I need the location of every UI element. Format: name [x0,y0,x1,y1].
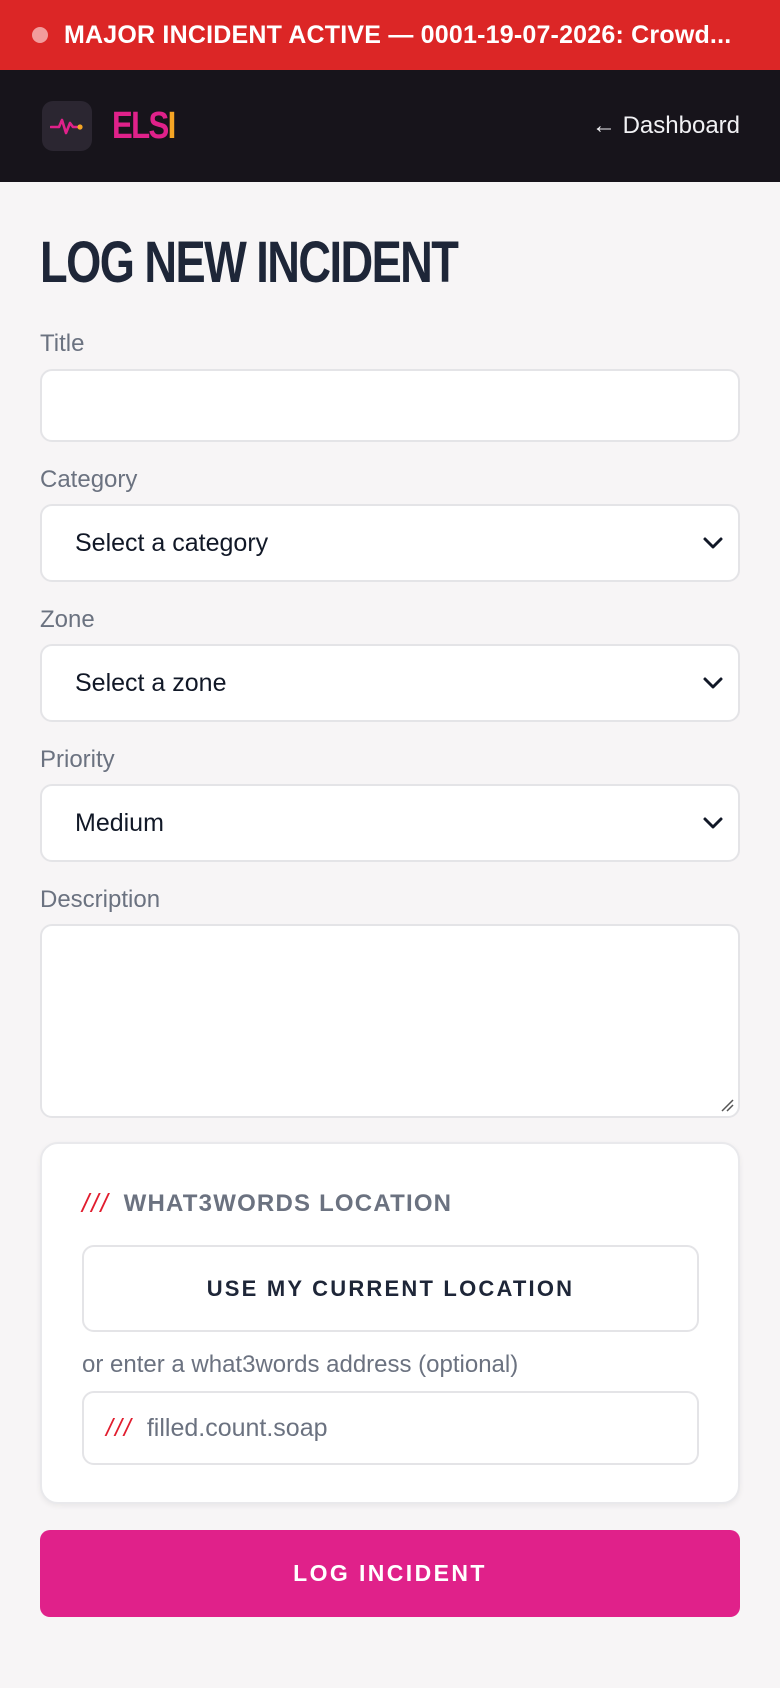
what3words-logo-icon: /// [82,1188,110,1218]
priority-label: Priority [40,746,115,773]
major-incident-banner: MAJOR INCIDENT ACTIVE — 0001-19-07-2026:… [0,0,780,70]
status-dot-icon [32,27,48,43]
what3words-prefix-icon: /// [106,1413,133,1442]
brand-name-end: I [167,104,177,147]
title-input[interactable] [40,369,740,442]
priority-select[interactable]: Medium [40,784,740,862]
chevron-down-icon [703,677,723,689]
priority-selected-value: Medium [75,808,164,837]
description-textarea[interactable] [40,924,740,1118]
brand-name: ELSI [112,104,177,148]
app-header: ELSI ← Dashboard [0,70,780,182]
title-label: Title [40,330,85,357]
heartbeat-icon [42,101,92,151]
what3words-heading: /// WHAT3WORDS LOCATION [82,1188,452,1219]
what3words-address-input[interactable] [146,1413,647,1443]
category-select[interactable]: Select a category [40,504,740,582]
what3words-card: /// WHAT3WORDS LOCATION USE MY CURRENT L… [40,1142,740,1504]
zone-label: Zone [40,606,95,633]
brand: ELSI [42,101,188,151]
category-selected-value: Select a category [75,528,269,557]
zone-select[interactable]: Select a zone [40,644,740,722]
log-incident-button[interactable]: LOG INCIDENT [40,1530,740,1617]
banner-text: MAJOR INCIDENT ACTIVE — 0001-19-07-2026:… [64,20,732,49]
category-label: Category [40,466,138,493]
chevron-down-icon [703,537,723,549]
what3words-heading-text: WHAT3WORDS LOCATION [123,1189,453,1217]
what3words-address-field[interactable]: /// [82,1391,699,1465]
use-current-location-button[interactable]: USE MY CURRENT LOCATION [82,1245,699,1332]
what3words-hint: or enter a what3words address (optional) [82,1351,519,1378]
dashboard-back-link[interactable]: ← Dashboard [592,112,740,140]
resize-handle-icon[interactable] [720,1098,734,1112]
brand-name-main: ELS [112,104,169,147]
chevron-down-icon [703,817,723,829]
zone-selected-value: Select a zone [75,668,227,697]
page-title: LOG NEW INCIDENT [40,230,459,295]
description-label: Description [40,886,161,913]
